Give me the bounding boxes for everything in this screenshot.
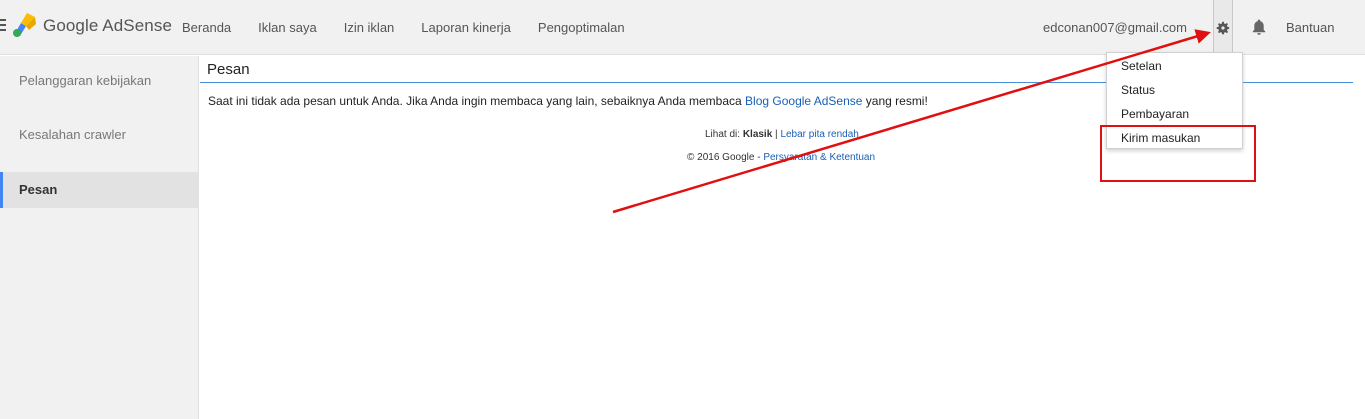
menu-item-pembayaran[interactable]: Pembayaran	[1121, 107, 1189, 121]
sidebar-item-kesalahan-crawler[interactable]: Kesalahan crawler	[0, 117, 198, 153]
sidebar: Pelanggaran kebijakan Kesalahan crawler …	[0, 56, 199, 419]
account-email[interactable]: edconan007@gmail.com	[1043, 20, 1187, 35]
sidebar-item-pesan[interactable]: Pesan	[0, 172, 198, 208]
adsense-logo[interactable]: Google AdSense	[12, 13, 172, 38]
nav-pengoptimalan[interactable]: Pengoptimalan	[538, 20, 625, 35]
view-prefix: Lihat di:	[705, 129, 743, 140]
menu-item-status[interactable]: Status	[1121, 83, 1155, 97]
copyright-footer: © 2016 Google - Persyaratan & Ketentuan	[687, 152, 875, 163]
view-classic: Klasik	[742, 129, 773, 140]
top-bar: Google AdSense Beranda Iklan saya Izin i…	[0, 0, 1365, 55]
message-after: yang resmi!	[862, 94, 928, 108]
adsense-blog-link[interactable]: Blog Google AdSense	[745, 94, 862, 108]
message-before: Saat ini tidak ada pesan untuk Anda. Jik…	[208, 94, 746, 108]
bell-icon[interactable]	[1251, 18, 1267, 36]
annotation-highlight-box	[1100, 125, 1256, 182]
settings-button[interactable]	[1213, 0, 1233, 55]
logo-text: Google AdSense	[43, 15, 172, 35]
nav-izin-iklan[interactable]: Izin iklan	[344, 20, 395, 35]
nav-iklan-saya[interactable]: Iklan saya	[258, 20, 317, 35]
main-nav: Beranda Iklan saya Izin iklan Laporan ki…	[182, 0, 652, 55]
low-bandwidth-link[interactable]: Lebar pita rendah	[780, 129, 858, 140]
empty-messages-text: Saat ini tidak ada pesan untuk Anda. Jik…	[208, 94, 928, 108]
help-link[interactable]: Bantuan	[1286, 20, 1334, 35]
page-title: Pesan	[207, 61, 250, 78]
adsense-logo-icon	[13, 13, 36, 37]
adsense-page: Google AdSense Beranda Iklan saya Izin i…	[0, 0, 1365, 419]
nav-laporan-kinerja[interactable]: Laporan kinerja	[421, 20, 511, 35]
gear-icon	[1216, 21, 1230, 34]
menu-item-setelan[interactable]: Setelan	[1121, 59, 1162, 73]
copyright-text: © 2016 Google -	[687, 152, 764, 163]
hamburger-icon[interactable]	[0, 19, 6, 33]
nav-beranda[interactable]: Beranda	[182, 20, 231, 35]
sidebar-item-pelanggaran-kebijakan[interactable]: Pelanggaran kebijakan	[0, 63, 198, 99]
terms-link[interactable]: Persyaratan & Ketentuan	[763, 152, 875, 163]
